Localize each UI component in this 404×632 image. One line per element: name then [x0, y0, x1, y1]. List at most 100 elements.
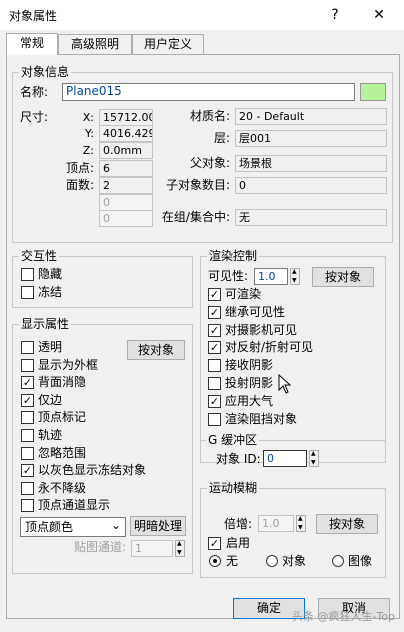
material-label: 材质名: — [189, 109, 230, 123]
freeze-label: 冻结 — [38, 285, 63, 299]
extra-value-2: 0 — [99, 210, 153, 227]
close-icon[interactable]: ✕ — [368, 5, 390, 25]
render-checkbox-5[interactable] — [208, 377, 221, 390]
extra-value-1: 0 — [99, 194, 153, 211]
visibility-spinner[interactable] — [290, 268, 300, 285]
display-label-0: 透明 — [38, 340, 63, 354]
hide-label: 隐藏 — [38, 267, 63, 281]
display-label-3: 仅边 — [38, 392, 63, 407]
render-checkbox-1[interactable]: ✓ — [208, 305, 221, 319]
render-label-6: 应用大气 — [225, 393, 274, 408]
faces-label: 面数: — [65, 178, 94, 192]
interactivity-title: 交互性 — [19, 248, 60, 264]
map-channel-input[interactable]: 1 — [131, 540, 173, 557]
radio-image[interactable] — [332, 555, 344, 567]
motion-by-object-button[interactable]: 按对象 — [316, 514, 378, 534]
name-label: 名称: — [20, 85, 49, 99]
display-label-9: 顶点通道显示 — [38, 498, 111, 513]
display-checkbox-4[interactable] — [21, 411, 34, 425]
gbuffer-label: G 缓冲区 — [206, 432, 260, 448]
watermark: 头条 @疯狂人生-Top — [292, 610, 396, 623]
render-checkbox-4[interactable] — [208, 359, 221, 373]
display-properties-title: 显示属性 — [19, 316, 72, 332]
object-info-title: 对象信息 — [19, 64, 72, 80]
display-label-6: 忽略范围 — [38, 445, 87, 460]
object-id-label: 对象 ID: — [216, 452, 261, 466]
object-color-swatch[interactable] — [360, 83, 386, 101]
display-checkbox-9[interactable] — [21, 499, 34, 513]
hide-checkbox[interactable] — [21, 268, 34, 281]
display-checkbox-7[interactable]: ✓ — [21, 464, 34, 478]
radio-object-label: 对象 — [282, 554, 307, 568]
y-value: 4016.429m — [99, 125, 153, 142]
render-control-title: 渲染控制 — [207, 248, 260, 264]
title-bar: 对象属性 ? ✕ — [0, 0, 404, 30]
display-checkbox-6[interactable] — [21, 446, 34, 460]
object-id-spinner[interactable] — [309, 450, 319, 467]
render-checkbox-2[interactable]: ✓ — [208, 323, 221, 337]
z-value: 0.0mm — [99, 142, 153, 159]
map-channel-spinner[interactable] — [175, 540, 185, 557]
vertices-label: 顶点: — [65, 161, 94, 175]
render-label-1: 继承可见性 — [225, 304, 286, 319]
display-checkbox-2[interactable]: ✓ — [21, 376, 34, 390]
enable-checkbox[interactable]: ✓ — [208, 537, 221, 550]
tab-strip: 常规 高级照明 用户定义 — [6, 33, 400, 55]
visibility-label: 可见性: — [208, 269, 249, 283]
dimensions-label: 尺寸: — [20, 110, 49, 124]
render-label-4: 接收阴影 — [225, 358, 274, 373]
tab-user-defined[interactable]: 用户定义 — [132, 34, 204, 54]
y-label: Y: — [85, 127, 94, 140]
children-value: 0 — [235, 177, 387, 194]
tab-general[interactable]: 常规 — [6, 33, 58, 55]
x-value: 15712.002 — [99, 109, 153, 126]
render-label-7: 渲染阻挡对象 — [225, 411, 298, 426]
radio-none[interactable] — [209, 555, 221, 567]
render-checkbox-0[interactable]: ✓ — [208, 288, 221, 301]
freeze-checkbox[interactable] — [21, 286, 34, 299]
display-checkbox-8[interactable] — [21, 481, 34, 495]
render-by-object-button[interactable]: 按对象 — [312, 267, 374, 287]
render-label-0: 可渲染 — [225, 287, 262, 301]
z-label: Z: — [82, 144, 94, 157]
display-label-4: 顶点标记 — [38, 410, 87, 425]
name-input[interactable]: Plane015 — [62, 83, 355, 101]
tab-advanced-lighting[interactable]: 高级照明 — [58, 34, 132, 54]
interactivity-group: 交互性 — [12, 248, 193, 308]
display-label-8: 永不降级 — [38, 480, 87, 495]
layer-value: 层001 — [235, 130, 387, 147]
visibility-input[interactable]: 1.0 — [254, 268, 288, 285]
window-title: 对象属性 — [9, 9, 58, 23]
render-label-5: 投射阴影 — [225, 376, 274, 390]
multiplier-input[interactable]: 1.0 — [258, 515, 294, 532]
children-label: 子对象数目: — [165, 178, 230, 192]
group-in-value: 无 — [235, 209, 387, 226]
group-in-label: 在组/集合中: — [161, 210, 230, 224]
parent-label: 父对象: — [189, 156, 230, 170]
shaded-button[interactable]: 明暗处理 — [130, 516, 186, 536]
render-checkbox-3[interactable]: ✓ — [208, 341, 221, 355]
faces-value: 2 — [99, 177, 153, 194]
display-checkbox-1[interactable] — [21, 358, 34, 372]
object-id-input[interactable]: 0 — [263, 450, 307, 467]
multiplier-label: 倍增: — [224, 517, 253, 531]
vertex-color-dropdown[interactable]: 顶点颜色 — [20, 517, 126, 537]
display-by-object-button[interactable]: 按对象 — [127, 340, 185, 360]
render-label-3: 对反射/折射可见 — [225, 340, 314, 355]
mouse-cursor-icon — [278, 374, 292, 394]
display-checkbox-0[interactable] — [21, 341, 34, 354]
multiplier-spinner[interactable] — [296, 515, 306, 532]
display-label-2: 背面消隐 — [38, 375, 87, 390]
render-checkbox-7[interactable] — [208, 412, 221, 426]
parent-value: 场景根 — [235, 155, 387, 172]
display-label-5: 轨迹 — [38, 428, 63, 442]
radio-object[interactable] — [266, 555, 278, 567]
radio-image-label: 图像 — [348, 554, 373, 568]
display-checkbox-5[interactable] — [21, 429, 34, 442]
display-checkbox-3[interactable]: ✓ — [21, 393, 34, 407]
display-label-7: 以灰色显示冻结对象 — [38, 463, 147, 478]
help-button[interactable]: ? — [324, 5, 346, 25]
render-checkbox-6[interactable]: ✓ — [208, 394, 221, 408]
vertices-value: 6 — [99, 160, 153, 177]
layer-label: 层: — [213, 131, 230, 145]
